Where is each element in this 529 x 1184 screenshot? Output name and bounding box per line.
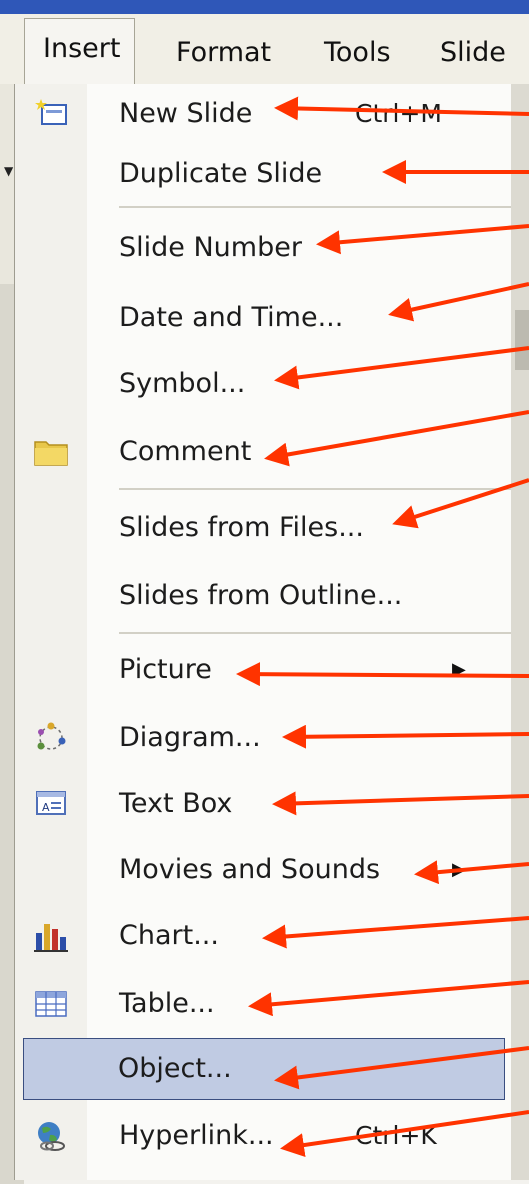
menu-item-label: Date and Time... bbox=[119, 302, 344, 333]
menu-item-label: Object... bbox=[118, 1053, 232, 1084]
menu-slide-show[interactable]: Slide S bbox=[440, 28, 529, 118]
menu-item-label: Picture bbox=[119, 654, 212, 685]
comment-folder-icon bbox=[33, 435, 69, 469]
menu-item-date-and-time[interactable]: Date and Time... bbox=[15, 288, 520, 348]
menu-item-movies-and-sounds[interactable]: Movies and Sounds ▶ bbox=[15, 840, 520, 900]
menu-item-duplicate-slide[interactable]: Duplicate Slide bbox=[15, 144, 520, 204]
table-icon bbox=[33, 987, 69, 1021]
dropdown-arrow-icon[interactable]: ▼ bbox=[4, 164, 13, 178]
menu-item-label: Movies and Sounds bbox=[119, 854, 381, 885]
vertical-scrollbar[interactable] bbox=[511, 84, 529, 1180]
menu-item-label: Text Box bbox=[119, 788, 233, 819]
menu-separator bbox=[119, 206, 519, 208]
menu-item-comment[interactable]: Comment bbox=[15, 422, 520, 482]
menu-insert[interactable]: Insert bbox=[24, 18, 136, 85]
menu-item-symbol[interactable]: Symbol... bbox=[15, 354, 520, 414]
menu-separator bbox=[119, 488, 519, 490]
menu-item-label: Table... bbox=[119, 988, 215, 1019]
menu-item-label: Diagram... bbox=[119, 722, 261, 753]
hyperlink-globe-icon bbox=[33, 1119, 69, 1153]
menu-item-label: Hyperlink... bbox=[119, 1120, 274, 1151]
menu-item-text-box[interactable]: A Text Box bbox=[15, 774, 520, 834]
shortcut-label: Ctrl+K bbox=[355, 1121, 437, 1150]
menu-item-label: Chart... bbox=[119, 920, 219, 951]
insert-dropdown-menu: New Slide Ctrl+M Duplicate Slide Slide N… bbox=[14, 84, 521, 1180]
menu-item-slides-from-files[interactable]: Slides from Files... bbox=[15, 498, 520, 558]
menu-item-slides-from-outline[interactable]: Slides from Outline... bbox=[15, 566, 520, 626]
chart-icon bbox=[33, 919, 69, 953]
shortcut-label: Ctrl+M bbox=[355, 99, 442, 128]
menu-item-table[interactable]: Table... bbox=[15, 974, 520, 1034]
scrollbar-thumb[interactable] bbox=[515, 310, 529, 370]
text-box-icon: A bbox=[33, 787, 69, 821]
menu-item-label: Comment bbox=[119, 436, 252, 467]
menu-item-label: Slides from Files... bbox=[119, 512, 364, 543]
menu-item-new-slide[interactable]: New Slide Ctrl+M bbox=[15, 84, 520, 144]
menu-item-slide-number[interactable]: Slide Number bbox=[15, 218, 520, 278]
menu-item-picture[interactable]: Picture ▶ bbox=[15, 640, 520, 700]
menu-item-hyperlink[interactable]: Hyperlink... Ctrl+K bbox=[15, 1106, 520, 1166]
menu-item-label: New Slide bbox=[119, 98, 253, 129]
svg-text:A: A bbox=[42, 801, 50, 814]
menu-item-label: Slide Number bbox=[119, 232, 302, 263]
submenu-arrow-icon: ▶ bbox=[452, 859, 466, 880]
menu-item-label: Slides from Outline... bbox=[119, 580, 403, 611]
menu-item-label: Symbol... bbox=[119, 368, 246, 399]
new-slide-icon bbox=[33, 97, 69, 131]
menu-tools[interactable]: Tools bbox=[324, 28, 391, 78]
menu-item-label: Duplicate Slide bbox=[119, 158, 323, 189]
menu-separator bbox=[119, 632, 519, 634]
diagram-icon bbox=[33, 721, 69, 755]
window-titlebar bbox=[0, 0, 529, 14]
menu-item-diagram[interactable]: Diagram... bbox=[15, 708, 520, 768]
menu-item-chart[interactable]: Chart... bbox=[15, 906, 520, 966]
menu-bar: Insert Format Tools Slide S bbox=[0, 14, 529, 118]
submenu-arrow-icon: ▶ bbox=[452, 659, 466, 680]
menu-format[interactable]: Format bbox=[176, 28, 271, 78]
menu-item-object[interactable]: Object... bbox=[23, 1038, 505, 1100]
